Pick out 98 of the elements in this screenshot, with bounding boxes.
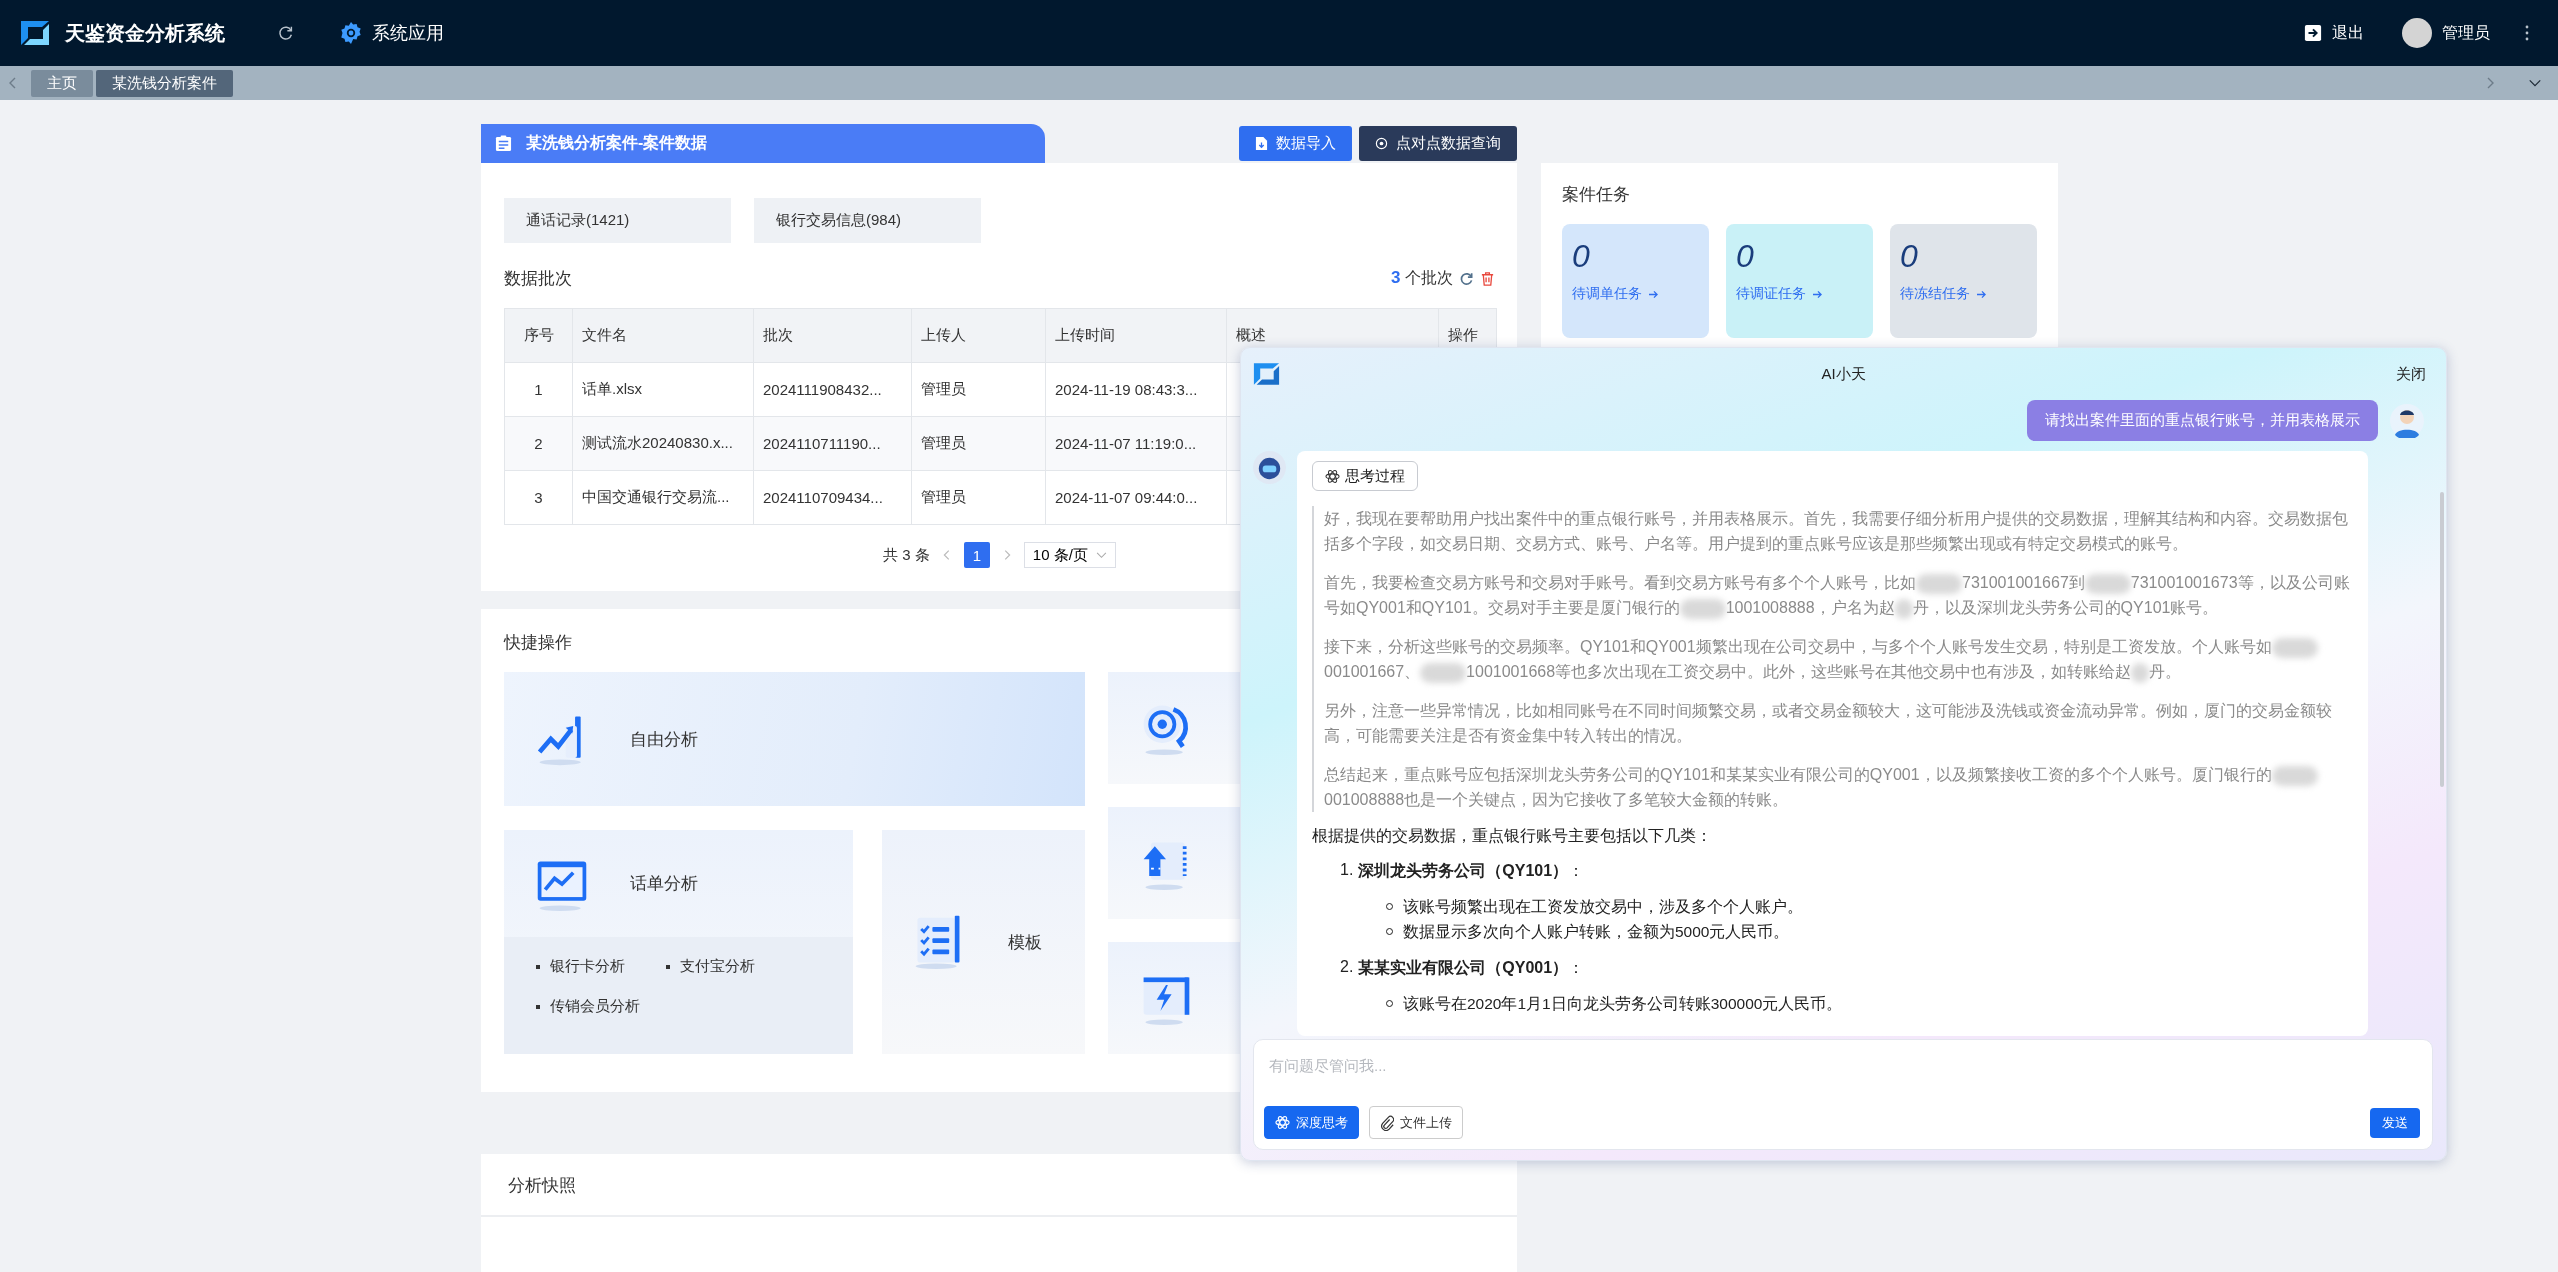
column-header: 上传人: [911, 308, 1046, 363]
column-header: 序号: [504, 308, 573, 363]
thinking-paragraph: 另外，注意一些异常情况，比如相同账号在不同时间频繁交易，或者交易金额较大，这可能涉及洗钱或资金流动异常。例如，厦门的交易金额较高，可能需要关注是否有资金集中转入转出的情况。: [1324, 701, 2333, 746]
task-link[interactable]: 待调证任务: [1736, 285, 1863, 303]
atom-icon: [1325, 468, 1340, 484]
task-link[interactable]: 待冻结任务: [1900, 285, 2027, 303]
case-tasks-title: 案件任务: [1562, 185, 1630, 204]
sub-action-link[interactable]: 银行卡分析: [536, 957, 666, 976]
chevron-left-icon[interactable]: [8, 75, 18, 91]
table-cell: 中国交通银行交易流...: [572, 470, 754, 525]
total-count: 共 3 条: [883, 545, 930, 565]
refresh-icon[interactable]: [277, 24, 295, 42]
clipboard-icon: [495, 135, 512, 152]
logo-icon: [20, 20, 50, 46]
table-cell: 2024111908432...: [753, 362, 912, 417]
list-number: 1.: [1340, 861, 1354, 880]
answer-heading: 某某实业有限公司（QY001）：: [1358, 958, 1585, 978]
delete-icon[interactable]: [1480, 270, 1495, 286]
paperclip-icon: [1380, 1114, 1394, 1131]
action-label: 模板: [1008, 931, 1042, 954]
table-cell: 话单.xlsx: [572, 362, 754, 417]
action-label: 话单分析: [630, 873, 698, 895]
logout-button[interactable]: 退出: [2300, 18, 2368, 48]
deep-think-toggle[interactable]: 深度思考: [1264, 1106, 1359, 1139]
column-header: 文件名: [572, 308, 754, 363]
quick-actions-title: 快捷操作: [504, 632, 572, 654]
more-icon[interactable]: [2524, 23, 2530, 43]
column-header: 批次: [753, 308, 912, 363]
table-cell: 2024110711190...: [753, 416, 912, 471]
thinking-paragraph: 首先，我要检查交易方账号和交易对手账号。看到交易方账号有多个个人账号，比如 731001001667到 731001001673等，以及公司账号如QY001和QY101。交易对手主要是厦门银行的 1001008888，户名为赵 丹，以及深圳龙头劳务公司的QY101账号。: [1324, 570, 2352, 620]
message-field[interactable]: 有问题尽管问我... 深度思考 文件上传 发送: [1253, 1039, 2433, 1150]
user-menu[interactable]: 管理员: [2398, 14, 2494, 52]
assistant-avatar-icon: [1253, 451, 1286, 484]
task-count: 0: [1900, 238, 1919, 275]
logo-icon: [1253, 362, 1280, 386]
close-button[interactable]: 关闭: [2392, 360, 2434, 388]
answer-intro: 根据提供的交易数据，重点银行账号主要包括以下几类：: [1312, 826, 1713, 846]
query-button[interactable]: 点对点数据查询: [1359, 126, 1517, 161]
page-size-select[interactable]: 10 条/页: [1023, 542, 1116, 568]
task-count: 0: [1572, 238, 1591, 275]
app-title: 天鉴资金分析系统: [65, 20, 225, 46]
arrow-right-icon: [1648, 289, 1659, 299]
case-title: 某洗钱分析案件-案件数据: [526, 133, 708, 153]
action-card[interactable]: 模板: [882, 830, 1085, 1054]
scrollbar[interactable]: [2440, 492, 2444, 787]
data-source-tab[interactable]: 银行交易信息(984): [754, 198, 981, 243]
table-cell: 3: [504, 470, 573, 525]
table-cell: 2024-11-07 11:19:0...: [1045, 416, 1227, 471]
avatar-icon: [2402, 18, 2432, 48]
chat-title: AI小天: [1821, 364, 1866, 384]
caret-icon: [1095, 551, 1107, 559]
page-button[interactable]: 1: [963, 542, 990, 568]
table-cell: 管理员: [911, 416, 1046, 471]
task-link[interactable]: 待调单任务: [1572, 285, 1699, 303]
user-message: 请找出案件里面的重点银行账号，并用表格展示: [2027, 400, 2378, 441]
refresh-icon[interactable]: [1459, 270, 1474, 286]
chevron-right-icon[interactable]: [2485, 75, 2495, 91]
thinking-toggle[interactable]: 思考过程: [1312, 461, 1418, 491]
thinking-paragraph: 接下来，分析这些账号的交易频率。QY101和QY001频繁出现在公司交易中，与多个个人账号发生交易，特别是工资发放。个人账号如 001001667、 1001001668等也多次出现在工资交易中。此外，这些账号在其他交易中也有涉及，如转账给赵 丹。: [1324, 634, 2352, 684]
arrow-right-icon: [1812, 289, 1823, 299]
table-cell: 2: [504, 416, 573, 471]
table-cell: 管理员: [911, 470, 1046, 525]
list-number: 2.: [1340, 958, 1354, 977]
table-cell: 管理员: [911, 362, 1046, 417]
import-button[interactable]: 数据导入: [1239, 126, 1352, 161]
user-avatar-icon: [2390, 403, 2424, 438]
settings-icon: [339, 21, 363, 45]
action-card[interactable]: 话单分析 银行卡分析 支付宝分析 传销会员分析: [504, 830, 853, 1054]
batch-title: 数据批次: [504, 267, 572, 290]
answer-point: 数据显示多次向个人账户转账，金额为5000元人民币。: [1403, 922, 1790, 942]
sub-action-link[interactable]: 传销会员分析: [536, 997, 666, 1016]
table-cell: 2024-11-07 09:44:0...: [1045, 470, 1227, 525]
answer-heading: 深圳龙头劳务公司（QY101）：: [1358, 861, 1585, 881]
chevron-down-icon[interactable]: [2528, 78, 2542, 88]
page-tab[interactable]: 某洗钱分析案件: [96, 69, 233, 97]
send-button[interactable]: 发送: [2370, 1107, 2420, 1138]
action-card[interactable]: 自由分析: [504, 672, 1085, 806]
table-cell: 2024-11-19 08:43:3...: [1045, 362, 1227, 417]
action-label: 自由分析: [630, 728, 698, 751]
arrow-right-icon: [1976, 289, 1987, 299]
target-icon: [1375, 136, 1388, 151]
column-header: 上传时间: [1045, 308, 1227, 363]
data-source-tab[interactable]: 通话记录(1421): [504, 198, 731, 243]
batch-count: 3 个批次: [1391, 267, 1453, 289]
thinking-paragraph: 总结起来，重点账号应包括深圳龙头劳务公司的QY101和某某实业有限公司的QY001，以及频繁接收工资的多个个人账号。厦门银行的 001008888也是一个关键点，因为它接收了多笔较大金额的转账。: [1324, 762, 2352, 812]
answer-point: 该账号在2020年1月1日向龙头劳务公司转账300000元人民币。: [1403, 994, 1843, 1014]
system-menu-button[interactable]: 系统应用: [335, 17, 448, 49]
answer-point: 该账号频繁出现在工资发放交易中，涉及多个个人账户。: [1403, 897, 1803, 917]
thinking-paragraph: 好，我现在要帮助用户找出案件中的重点银行账号，并用表格展示。首先，我需要仔细分析用户提供的交易数据，理解其结构和内容。交易数据包括多个字段，如交易日期、交易方式、账号、户名等。用户提到的重点账号应该是那些频繁出现或有特定交易模式的账号。: [1324, 509, 2349, 554]
table-cell: 2024110709434...: [753, 470, 912, 525]
table-cell: 测试流水20240830.x...: [572, 416, 754, 471]
table-cell: 1: [504, 362, 573, 417]
file-icon: [1255, 136, 1268, 151]
exit-icon: [2304, 24, 2322, 42]
file-upload-button[interactable]: 文件上传: [1369, 1106, 1463, 1139]
sub-action-link[interactable]: 支付宝分析: [666, 957, 796, 976]
atom-icon: [1275, 1115, 1290, 1130]
task-count: 0: [1736, 238, 1755, 275]
